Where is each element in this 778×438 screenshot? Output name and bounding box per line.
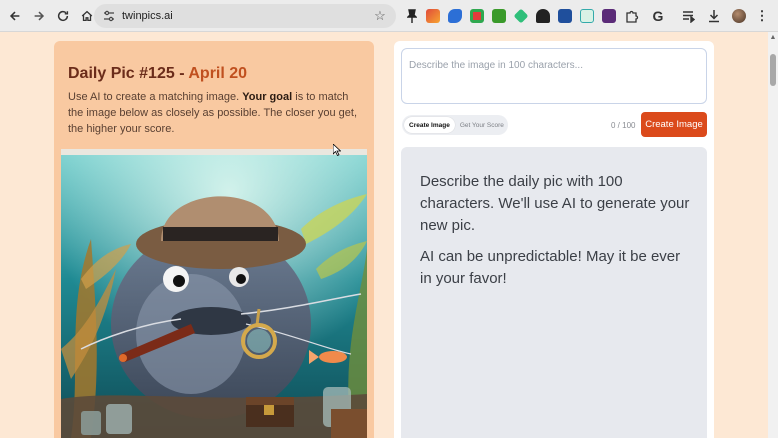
queue-icon[interactable] bbox=[680, 8, 696, 24]
puzzle-green-icon[interactable] bbox=[492, 9, 506, 23]
bookmark-star-icon[interactable]: ☆ bbox=[372, 8, 388, 24]
google-icon[interactable]: G bbox=[650, 8, 666, 24]
extensions-bar: G ⋮ bbox=[404, 6, 776, 26]
address-url: twinpics.ai bbox=[122, 10, 173, 22]
info-paragraph-1: Describe the daily pic with 100 characte… bbox=[420, 173, 690, 234]
back-icon[interactable] bbox=[4, 5, 26, 27]
scrollbar-thumb[interactable] bbox=[770, 54, 776, 86]
mode-tabs: Create Image Get Your Score bbox=[402, 115, 508, 135]
title-prefix: Daily Pic #125 - bbox=[68, 65, 189, 82]
menu-icon[interactable]: ⋮ bbox=[754, 8, 770, 24]
character-counter: 0 / 100 bbox=[611, 121, 636, 130]
prompt-input[interactable] bbox=[401, 48, 707, 104]
create-panel: Create Image Get Your Score 0 / 100 Crea… bbox=[394, 41, 714, 438]
browser-toolbar: twinpics.ai ☆ G ⋮ bbox=[0, 0, 778, 32]
mouse-cursor-icon bbox=[333, 144, 341, 156]
fish-icon[interactable] bbox=[448, 9, 462, 23]
reload-icon[interactable] bbox=[52, 5, 74, 27]
hat-icon[interactable] bbox=[536, 9, 550, 23]
record-icon[interactable] bbox=[470, 9, 484, 23]
qr-icon[interactable] bbox=[602, 9, 616, 23]
create-image-button[interactable]: Create Image bbox=[641, 112, 707, 137]
tab-create-image[interactable]: Create Image bbox=[404, 117, 455, 133]
site-settings-icon[interactable] bbox=[99, 6, 119, 26]
forward-icon[interactable] bbox=[28, 5, 50, 27]
page-scrollbar[interactable]: ▲ bbox=[768, 32, 778, 438]
info-panel: Describe the daily pic with 100 characte… bbox=[401, 147, 707, 438]
instructions-bold: Your goal bbox=[242, 91, 293, 103]
puzzle-icon[interactable] bbox=[624, 8, 640, 24]
image-icon[interactable] bbox=[558, 9, 572, 23]
scroll-up-arrow-icon[interactable]: ▲ bbox=[769, 34, 777, 41]
instructions: Use AI to create a matching image. Your … bbox=[68, 89, 364, 137]
info-paragraph-2: AI can be unpredictable! May it be ever … bbox=[420, 248, 681, 287]
megaphone-icon[interactable] bbox=[426, 9, 440, 23]
title-date: April 20 bbox=[188, 65, 248, 82]
leaf-icon[interactable] bbox=[513, 8, 529, 24]
daily-pic-card: Daily Pic #125 - April 20 Use AI to crea… bbox=[54, 41, 374, 438]
tab-get-your-score[interactable]: Get Your Score bbox=[455, 117, 509, 133]
pin-icon[interactable] bbox=[404, 8, 420, 24]
download-icon[interactable] bbox=[706, 8, 722, 24]
note-icon[interactable] bbox=[580, 9, 594, 23]
page-title: Daily Pic #125 - April 20 bbox=[68, 65, 247, 83]
profile-avatar[interactable] bbox=[732, 9, 746, 23]
daily-pic-image bbox=[61, 149, 367, 438]
address-bar[interactable]: twinpics.ai ☆ bbox=[94, 4, 396, 28]
instructions-part1: Use AI to create a matching image. bbox=[68, 91, 243, 103]
